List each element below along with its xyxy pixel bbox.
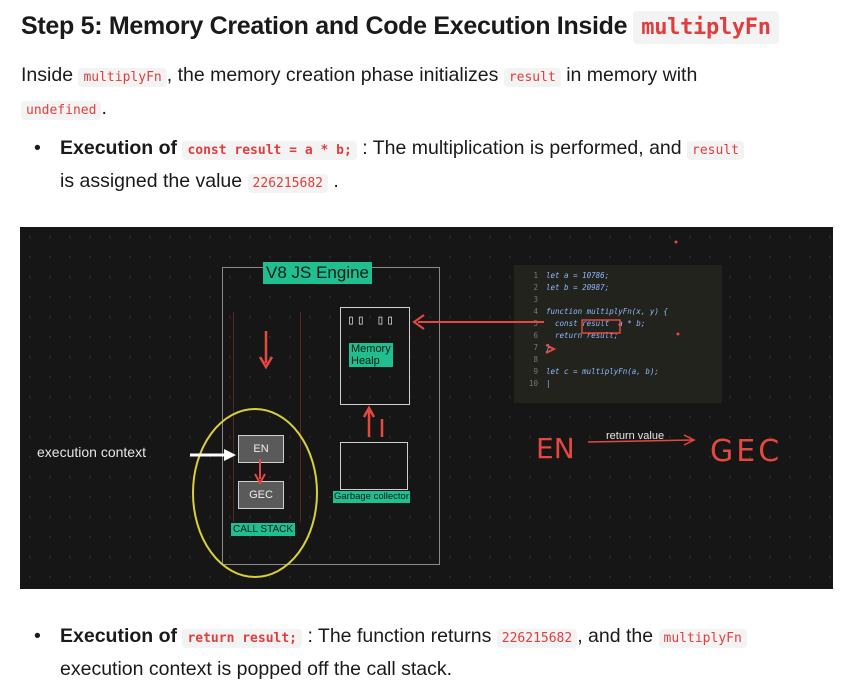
intro-text-3: in memory with [560, 64, 698, 86]
bullet-1: • Execution of const result = a * b; : T… [34, 133, 834, 199]
bullet1-bold: Execution of [60, 137, 178, 159]
intro-code-3: undefined [21, 101, 102, 120]
intro-code-2: result [503, 68, 561, 87]
return-value-arrow [587, 439, 693, 443]
heading-code: multiplyFn [633, 11, 779, 44]
bullet-dot: • [34, 137, 41, 159]
intro-text-4: . [101, 97, 107, 119]
bullet2-bold: Execution of [60, 625, 178, 647]
bullet1-text-2: is assigned the value [60, 170, 248, 192]
result-highlight [581, 319, 621, 334]
bullet2-code-3: multiplyFn [658, 629, 747, 648]
bullet1-code-3: 226215682 [247, 174, 328, 193]
heading-text: Step 5: Memory Creation and Code Executi… [21, 12, 628, 40]
bullet1-code: const result = a * b; [182, 141, 357, 160]
bullet2-code-2: 226215682 [496, 629, 578, 648]
section-heading: Step 5: Memory Creation and Code Executi… [21, 11, 779, 44]
diagram-figure: V8 JS Engine EN GEC CALL STACK ▯▯ ▯▯ Mem… [20, 227, 833, 589]
intro-text-2: , the memory creation phase initializes [166, 64, 504, 86]
bullet2-code: return result; [182, 629, 303, 648]
intro-paragraph: Inside multiplyFn, the memory creation p… [21, 60, 831, 126]
intro-text-1: Inside [21, 64, 79, 86]
bullet1-text-1: : The multiplication is performed, and [362, 137, 688, 159]
intro-code-1: multiplyFn [78, 68, 167, 87]
bullet2-text-2: , and the [577, 625, 659, 647]
bullet1-code-2: result [687, 141, 744, 160]
bullet-dot: • [34, 625, 41, 647]
arrow-gc-to-heap [367, 411, 384, 437]
bullet2-text-1: : The function returns [307, 625, 497, 647]
bullet2-text-3: execution context is popped off the call… [60, 658, 453, 680]
call-stack-highlight [192, 408, 318, 578]
bullet1-text-3: . [333, 170, 339, 192]
bullet-2: • Execution of return result; : The func… [34, 621, 834, 685]
annotation-overlay [190, 240, 696, 578]
arrow-code-mark [545, 344, 557, 354]
